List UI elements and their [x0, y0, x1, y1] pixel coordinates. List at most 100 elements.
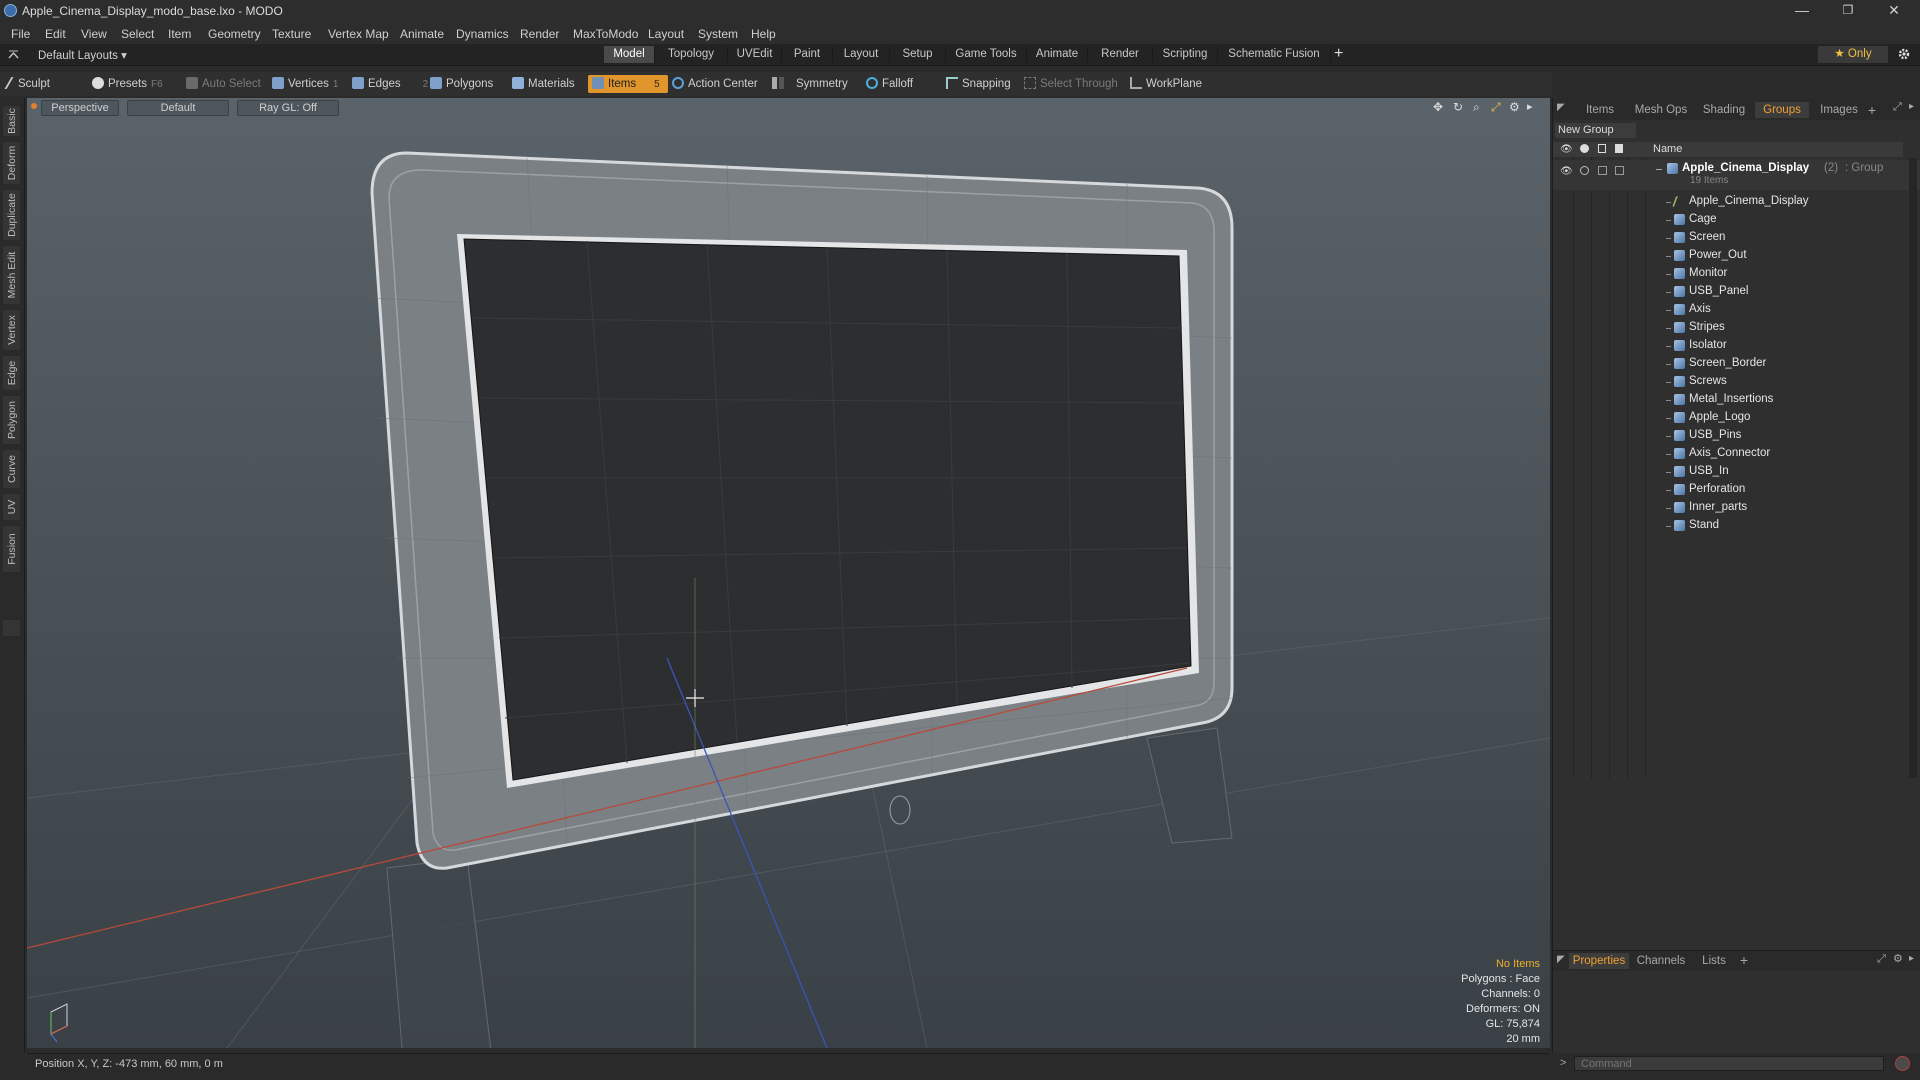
- tab-edge[interactable]: Edge: [3, 356, 20, 390]
- tab-model[interactable]: Model: [604, 46, 655, 63]
- name-column-header[interactable]: Name: [1653, 143, 1682, 155]
- render-column-icon[interactable]: [1580, 144, 1589, 153]
- workplane-button[interactable]: WorkPlane: [1130, 75, 1202, 93]
- tab-groups[interactable]: Groups: [1755, 102, 1809, 118]
- menu-vertex-map[interactable]: Vertex Map: [328, 27, 389, 41]
- tab-paint[interactable]: Paint: [782, 46, 833, 63]
- ray-gl-button[interactable]: Ray GL: Off: [237, 100, 339, 116]
- tab-images[interactable]: Images: [1811, 102, 1867, 118]
- layouts-dropdown[interactable]: Default Layouts ▾: [38, 48, 127, 62]
- tab-properties[interactable]: Properties: [1569, 953, 1629, 969]
- maximize-button[interactable]: ❐: [1826, 0, 1870, 22]
- tab-game-tools[interactable]: Game Tools: [946, 46, 1027, 63]
- presets-button[interactable]: Presets F6: [92, 75, 163, 93]
- auto-select-button[interactable]: Auto Select: [186, 75, 261, 93]
- tab-schematic-fusion[interactable]: Schematic Fusion: [1218, 46, 1331, 63]
- tab-items[interactable]: Items: [1573, 102, 1627, 118]
- lock-column-icon[interactable]: [1598, 144, 1606, 153]
- tab-polygon[interactable]: Polygon: [3, 396, 20, 444]
- edges-button[interactable]: Edges 2: [352, 75, 428, 93]
- add-panel-tab-button[interactable]: +: [1863, 102, 1881, 118]
- add-tab-button[interactable]: +: [1334, 45, 1343, 63]
- group-row[interactable]: 👁 Apple_Cinema_Display (2) : Group 19 It…: [1553, 160, 1920, 190]
- tab-uv[interactable]: UV: [3, 494, 20, 520]
- settings-gear-icon[interactable]: [1897, 47, 1911, 61]
- list-item[interactable]: Screen_Border: [1553, 355, 1920, 373]
- menu-dynamics[interactable]: Dynamics: [456, 27, 509, 41]
- list-item[interactable]: USB_In: [1553, 463, 1920, 481]
- tab-vertex[interactable]: Vertex: [3, 310, 20, 350]
- properties-menu-icon[interactable]: ◤: [1557, 954, 1565, 965]
- tab-scripting[interactable]: Scripting: [1153, 46, 1218, 63]
- menu-help[interactable]: Help: [751, 27, 776, 41]
- visibility-column-icon[interactable]: 👁: [1560, 144, 1573, 155]
- tab-render[interactable]: Render: [1088, 46, 1153, 63]
- tab-fusion[interactable]: Fusion: [3, 526, 20, 572]
- new-group-button[interactable]: New Group: [1555, 123, 1636, 138]
- panel-toggle-button[interactable]: [3, 620, 20, 636]
- menu-animate[interactable]: Animate: [400, 27, 444, 41]
- list-item[interactable]: Perforation: [1553, 481, 1920, 499]
- menu-file[interactable]: File: [11, 27, 30, 41]
- menu-texture[interactable]: Texture: [272, 27, 311, 41]
- menu-edit[interactable]: Edit: [45, 27, 66, 41]
- panel-expand-icon[interactable]: ▸: [1909, 101, 1914, 112]
- select-column-icon[interactable]: [1615, 144, 1623, 153]
- list-item[interactable]: Inner_parts: [1553, 499, 1920, 517]
- tab-uvedit[interactable]: UVEdit: [728, 46, 782, 63]
- tab-setup[interactable]: Setup: [890, 46, 946, 63]
- viewport-settings-icon[interactable]: ⚙: [1509, 100, 1520, 114]
- panel-menu-icon[interactable]: ◤: [1557, 102, 1565, 113]
- minimize-button[interactable]: —: [1780, 0, 1824, 22]
- menu-system[interactable]: System: [698, 27, 738, 41]
- falloff-button[interactable]: Falloff: [866, 75, 913, 93]
- tab-duplicate[interactable]: Duplicate: [3, 190, 20, 240]
- viewport-menu-icon[interactable]: [31, 103, 37, 109]
- vertices-button[interactable]: Vertices 1: [272, 75, 338, 93]
- properties-expand-icon[interactable]: ▸: [1909, 953, 1914, 964]
- symmetry-button[interactable]: Symmetry: [772, 75, 848, 93]
- list-item[interactable]: Axis_Connector: [1553, 445, 1920, 463]
- action-center-button[interactable]: Action Center: [672, 75, 758, 93]
- panel-popout-icon[interactable]: ⤢: [1893, 101, 1902, 114]
- polygons-button[interactable]: Polygons: [430, 75, 493, 93]
- menu-item[interactable]: Item: [168, 27, 191, 41]
- tab-animate[interactable]: Animate: [1027, 46, 1088, 63]
- collapse-icon[interactable]: [8, 49, 19, 60]
- command-input[interactable]: [1574, 1056, 1884, 1071]
- group-select-toggle[interactable]: [1615, 166, 1624, 175]
- only-toggle[interactable]: ★ Only: [1818, 46, 1888, 63]
- tab-mesh-edit[interactable]: Mesh Edit: [3, 246, 20, 304]
- menu-select[interactable]: Select: [121, 27, 154, 41]
- tab-mesh-ops[interactable]: Mesh Ops: [1629, 102, 1693, 118]
- materials-button[interactable]: Materials: [512, 75, 575, 93]
- list-item[interactable]: Isolator: [1553, 337, 1920, 355]
- list-item[interactable]: USB_Panel: [1553, 283, 1920, 301]
- tab-deform[interactable]: Deform: [3, 142, 20, 184]
- group-render-icon[interactable]: [1580, 166, 1589, 175]
- zoom-view-icon[interactable]: ⌕: [1473, 100, 1480, 115]
- list-item[interactable]: Cage: [1553, 211, 1920, 229]
- list-item[interactable]: Axis: [1553, 301, 1920, 319]
- tab-basic[interactable]: Basic: [3, 106, 20, 136]
- group-lock-toggle[interactable]: [1598, 166, 1607, 175]
- select-through-button[interactable]: Select Through: [1024, 75, 1118, 93]
- sculpt-button[interactable]: Sculpt: [4, 75, 50, 93]
- tab-lists[interactable]: Lists: [1693, 953, 1735, 969]
- list-item[interactable]: USB_Pins: [1553, 427, 1920, 445]
- command-history-button[interactable]: [1895, 1056, 1910, 1071]
- items-button[interactable]: Items 5: [588, 75, 668, 93]
- move-view-icon[interactable]: ✥: [1433, 100, 1443, 114]
- tab-topology[interactable]: Topology: [655, 46, 728, 63]
- menu-maxtomodo[interactable]: MaxToModo: [573, 27, 638, 41]
- fit-view-icon[interactable]: ⤢: [1491, 100, 1501, 115]
- add-properties-tab-button[interactable]: +: [1735, 952, 1753, 968]
- list-item[interactable]: Monitor: [1553, 265, 1920, 283]
- tab-layout[interactable]: Layout: [833, 46, 890, 63]
- viewport-expand-icon[interactable]: ▸: [1527, 100, 1533, 113]
- menu-layout[interactable]: Layout: [648, 27, 684, 41]
- tab-shading[interactable]: Shading: [1695, 102, 1753, 118]
- list-item[interactable]: Apple_Logo: [1553, 409, 1920, 427]
- tab-curve[interactable]: Curve: [3, 450, 20, 488]
- group-collapse-icon[interactable]: [1656, 169, 1662, 170]
